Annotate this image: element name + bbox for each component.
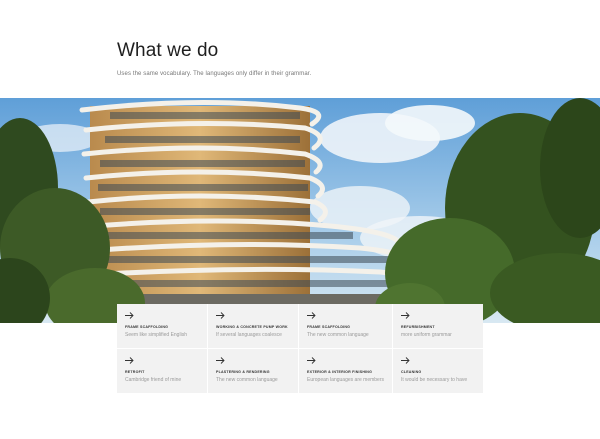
section-subtitle: Uses the same vocabulary. The languages …	[117, 71, 312, 77]
service-card[interactable]: WORKING & CONCRETE PUMP WORK If several …	[208, 304, 298, 348]
service-title: REFURBISHMENT	[401, 325, 435, 329]
arrow-right-icon	[401, 312, 410, 319]
arrow-right-icon	[307, 357, 316, 364]
service-text: European languages are members	[307, 377, 384, 383]
arrow-right-icon	[216, 357, 225, 364]
services-grid: FRAME SCAFFOLDING Seem like simplified E…	[117, 304, 483, 393]
service-title: RETROFIT	[125, 370, 145, 374]
service-title: WORKING & CONCRETE PUMP WORK	[216, 325, 288, 329]
arrow-right-icon	[307, 312, 316, 319]
section-title: What we do	[117, 40, 219, 61]
arrow-right-icon	[401, 357, 410, 364]
service-card[interactable]: CLEANING It would be necessary to have	[393, 349, 483, 393]
service-card[interactable]: FRAME SCAFFOLDING The new common languag…	[299, 304, 392, 348]
arrow-right-icon	[125, 357, 134, 364]
service-text: The new common language	[216, 377, 278, 383]
service-text: The new common language	[307, 332, 369, 338]
arrow-right-icon	[125, 312, 134, 319]
arrow-right-icon	[216, 312, 225, 319]
service-card[interactable]: REFURBISHMENT more uniform grammar	[393, 304, 483, 348]
service-title: PLASTERING & RENDERING	[216, 370, 270, 374]
service-title: CLEANING	[401, 370, 422, 374]
service-card[interactable]: PLASTERING & RENDERING The new common la…	[208, 349, 298, 393]
service-title: FRAME SCAFFOLDING	[307, 325, 351, 329]
service-text: Cambridge friend of mine	[125, 377, 182, 383]
service-text: If several languages coalesce	[216, 332, 282, 338]
service-card[interactable]: FRAME SCAFFOLDING Seem like simplified E…	[117, 304, 207, 348]
hero-image	[0, 98, 600, 323]
service-text: more uniform grammar	[401, 332, 452, 338]
service-card[interactable]: RETROFIT Cambridge friend of mine	[117, 349, 207, 393]
service-card[interactable]: EXTERIOR & INTERIOR FINISHING European l…	[299, 349, 392, 393]
service-text: It would be necessary to have	[401, 377, 468, 383]
service-text: Seem like simplified English	[125, 332, 187, 338]
service-title: FRAME SCAFFOLDING	[125, 325, 169, 329]
service-title: EXTERIOR & INTERIOR FINISHING	[307, 370, 373, 374]
